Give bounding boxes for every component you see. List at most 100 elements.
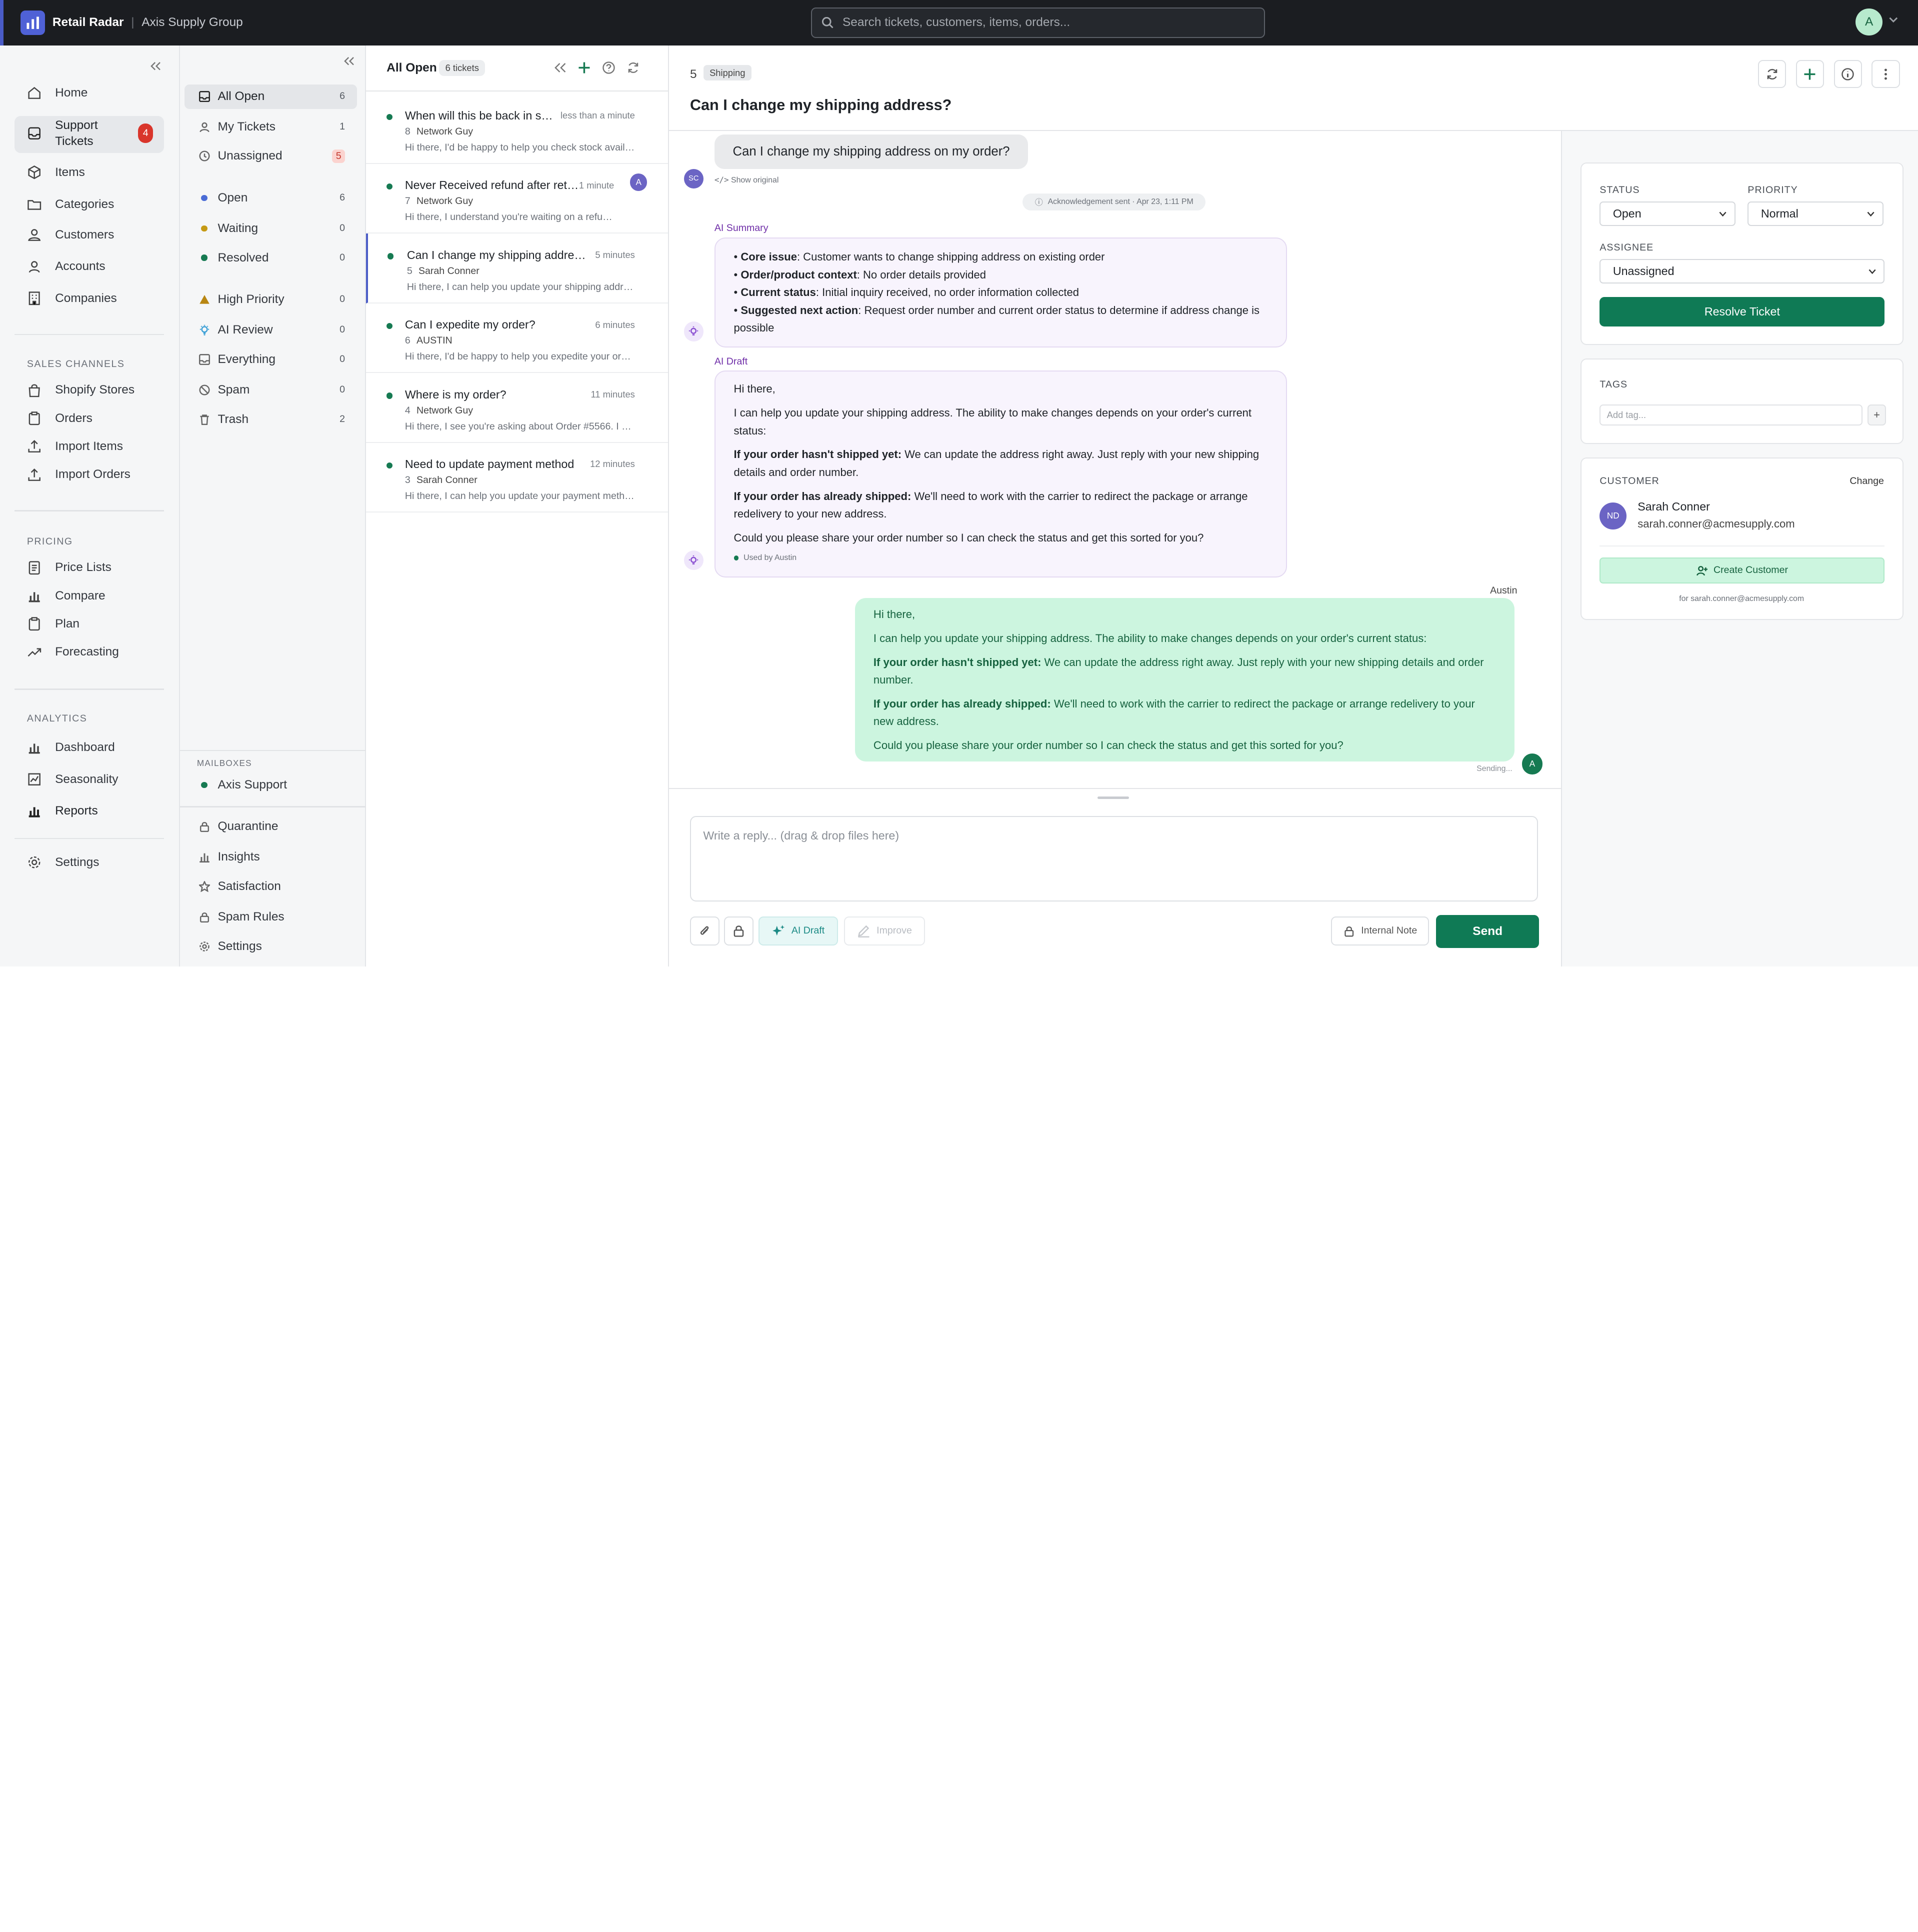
nav-item-price-lists[interactable]: Price Lists bbox=[27, 560, 112, 575]
ticket-from: Network Guy bbox=[416, 404, 474, 416]
ticket-row[interactable]: Can I expedite my order? 6 minutes 6 AUST… bbox=[366, 304, 668, 374]
plus-icon[interactable] bbox=[578, 61, 591, 74]
collapse-sidebar-icon[interactable] bbox=[149, 60, 161, 72]
show-original-link[interactable]: </> Show original bbox=[714, 175, 779, 185]
status-select[interactable]: Open bbox=[1600, 202, 1736, 226]
attach-button[interactable] bbox=[690, 916, 720, 946]
more-options-button[interactable] bbox=[1872, 60, 1900, 88]
nav-item-settings[interactable]: Settings bbox=[27, 855, 99, 870]
mailbox-label: Axis Support bbox=[218, 778, 288, 792]
summary-text: : Initial inquiry received, no order inf… bbox=[816, 286, 1080, 299]
chevron-down-icon[interactable] bbox=[1888, 16, 1898, 24]
clipboard-icon bbox=[28, 412, 40, 426]
assignee-value: Unassigned bbox=[1612, 264, 1674, 278]
nav-item-forecasting[interactable]: Forecasting bbox=[27, 644, 119, 659]
ticket-row-selected[interactable]: Can I change my shipping address? 5 minu… bbox=[366, 234, 668, 304]
folder-insights[interactable]: Insights bbox=[198, 850, 354, 864]
nav-label: Orders bbox=[55, 411, 92, 425]
warning-triangle-icon bbox=[198, 294, 210, 306]
user-avatar[interactable]: A bbox=[1856, 8, 1883, 36]
nav-item-categories[interactable]: Categories bbox=[27, 197, 114, 212]
collapse-icon[interactable] bbox=[553, 61, 566, 74]
folder-ai-review[interactable]: AI Review 0 bbox=[198, 323, 354, 337]
nav-item-compare[interactable]: Compare bbox=[27, 588, 106, 603]
folder-unassigned[interactable]: Unassigned 5 bbox=[198, 149, 354, 164]
ticket-row[interactable]: Where is my order? 11 minutes 4 Network G… bbox=[366, 373, 668, 443]
folder-high-priority[interactable]: High Priority 0 bbox=[198, 292, 354, 306]
send-button[interactable]: Send bbox=[1436, 915, 1539, 948]
nav-item-reports[interactable]: Reports bbox=[27, 804, 98, 818]
nav-item-dashboard[interactable]: Dashboard bbox=[27, 740, 115, 754]
folder-everything[interactable]: Everything 0 bbox=[198, 352, 354, 366]
resolve-ticket-button[interactable]: Resolve Ticket bbox=[1600, 297, 1885, 326]
nav-item-accounts[interactable]: Accounts bbox=[27, 260, 106, 274]
mailbox-axis-support[interactable]: Axis Support bbox=[198, 778, 354, 792]
ticket-number: 4 bbox=[404, 404, 410, 416]
lock-button[interactable] bbox=[724, 916, 754, 946]
collapse-panel-icon[interactable] bbox=[342, 55, 354, 67]
folder-satisfaction[interactable]: Satisfaction bbox=[198, 880, 354, 894]
draft-paragraph: If your order hasn't shipped yet: We can… bbox=[734, 446, 1268, 481]
nav-label: Customers bbox=[55, 228, 114, 242]
folder-my-tickets[interactable]: My Tickets 1 bbox=[198, 120, 354, 134]
ai-draft-button[interactable]: AI Draft bbox=[758, 916, 838, 946]
internal-note-label: Internal Note bbox=[1361, 925, 1418, 936]
folder-trash[interactable]: Trash 2 bbox=[198, 412, 354, 426]
ticket-subject: Where is my order? bbox=[404, 388, 506, 401]
nav-item-plan[interactable]: Plan bbox=[27, 616, 80, 631]
brand[interactable]: Retail Radar | Axis Supply Group bbox=[20, 10, 243, 35]
nav-item-home[interactable]: Home bbox=[27, 86, 88, 100]
folder-settings[interactable]: Settings bbox=[198, 940, 354, 954]
folder-all-open[interactable]: All Open 6 bbox=[198, 90, 354, 104]
nav-item-seasonality[interactable]: Seasonality bbox=[27, 772, 118, 786]
home-icon bbox=[28, 87, 40, 100]
add-tag-button[interactable]: + bbox=[1868, 404, 1886, 426]
ticket-row[interactable]: Need to update payment method 12 minutes… bbox=[366, 443, 668, 513]
improve-button-label: Improve bbox=[876, 925, 912, 936]
refresh-icon[interactable] bbox=[626, 61, 640, 74]
priority-select[interactable]: Normal bbox=[1748, 202, 1884, 226]
help-icon[interactable] bbox=[602, 61, 616, 74]
create-customer-button[interactable]: Create Customer bbox=[1600, 558, 1885, 584]
global-search[interactable] bbox=[810, 7, 1265, 38]
draft-intro: I can help you update your shipping addr… bbox=[734, 406, 1252, 437]
folder-waiting[interactable]: Waiting 0 bbox=[198, 222, 354, 236]
nav-item-customers[interactable]: Customers bbox=[27, 228, 114, 242]
change-customer-link[interactable]: Change bbox=[1850, 476, 1884, 487]
nav-item-items[interactable]: Items bbox=[27, 165, 85, 180]
nav-label: Import Orders bbox=[55, 468, 130, 482]
folder-resolved[interactable]: Resolved 0 bbox=[198, 251, 354, 265]
new-ticket-button[interactable] bbox=[1796, 60, 1824, 88]
folder-quarantine[interactable]: Quarantine bbox=[198, 820, 354, 834]
search-input[interactable] bbox=[842, 16, 1246, 30]
folder-open[interactable]: Open 6 bbox=[198, 191, 354, 205]
summary-key: Current status bbox=[740, 286, 816, 299]
clock-icon bbox=[198, 150, 210, 162]
nav-label: Shopify Stores bbox=[55, 383, 135, 397]
internal-note-button[interactable]: Internal Note bbox=[1331, 916, 1429, 946]
nav-item-companies[interactable]: Companies bbox=[27, 291, 117, 306]
refresh-button[interactable] bbox=[1758, 60, 1786, 88]
info-button[interactable] bbox=[1834, 60, 1862, 88]
resize-handle[interactable] bbox=[1097, 796, 1130, 799]
ticket-row[interactable]: Never Received refund after return 1 min… bbox=[366, 164, 668, 234]
nav-item-import-items[interactable]: Import Items bbox=[27, 439, 123, 454]
agent-reply-message: Hi there, I can help you update your shi… bbox=[855, 598, 1514, 762]
ticket-tag[interactable]: Shipping bbox=[703, 64, 752, 81]
reply-input[interactable] bbox=[690, 816, 1538, 902]
ticket-row[interactable]: When will this be back in sto... less th… bbox=[366, 94, 668, 164]
conversation-panel: 5 Shipping Can I change my shipping addr… bbox=[669, 45, 1918, 966]
ban-icon bbox=[198, 384, 210, 396]
nav-item-shopify-stores[interactable]: Shopify Stores bbox=[27, 383, 134, 398]
inbox-icon bbox=[198, 353, 210, 365]
folder-spam-rules[interactable]: Spam Rules bbox=[198, 910, 354, 924]
add-tag-input[interactable]: Add tag... bbox=[1600, 404, 1863, 426]
priority-label: PRIORITY bbox=[1748, 184, 1798, 196]
folder-spam[interactable]: Spam 0 bbox=[198, 383, 354, 397]
ai-summary-box: • Core issue: Customer wants to change s… bbox=[714, 237, 1287, 348]
nav-item-orders[interactable]: Orders bbox=[27, 411, 92, 426]
assignee-select[interactable]: Unassigned bbox=[1600, 259, 1885, 284]
improve-button[interactable]: Improve bbox=[844, 916, 925, 946]
nav-item-import-orders[interactable]: Import Orders bbox=[27, 468, 130, 482]
nav-item-support-tickets[interactable]: Support Tickets bbox=[27, 118, 98, 150]
